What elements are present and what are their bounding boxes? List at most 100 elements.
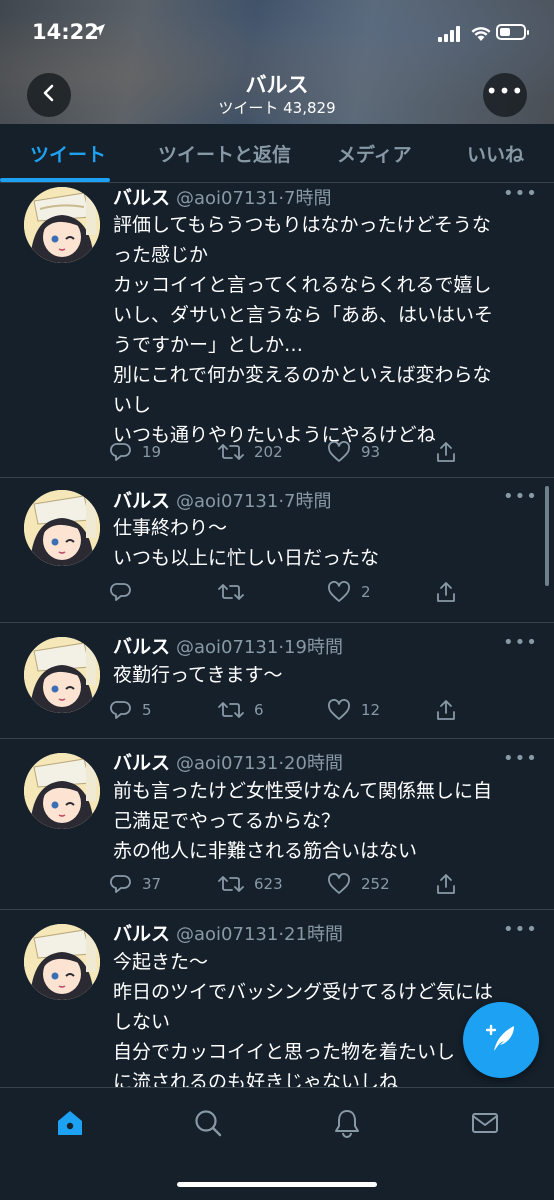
tweet-text: 評価してもらうつもりはなかったけどそうな った感じか カッコイイと言ってくれるな… [113,210,523,450]
status-bar: 14:22 [0,0,554,62]
share-button[interactable] [435,441,457,463]
scrollbar[interactable] [545,486,549,586]
tweet[interactable]: バルス @aoi07131·7時間 ••• 仕事終わり〜 いつも以上に忙しい日だっ… [0,478,554,623]
retweet-button[interactable] [218,581,254,603]
tweet-text-line: 今起きた〜 [113,951,209,973]
avatar[interactable] [24,187,100,263]
tab-tweets[interactable]: ツイート [30,140,106,167]
share-button[interactable] [435,873,457,895]
tab-likes[interactable]: いいね [467,140,524,167]
heart-icon [328,441,350,462]
avatar[interactable] [24,753,100,829]
author-handle-time: @aoi07131·7時間 [176,188,332,209]
retweet-icon [218,584,244,600]
tweet-more-icon[interactable]: ••• [503,919,538,940]
tweet-more-icon[interactable]: ••• [503,486,538,507]
retweet-icon [218,444,244,460]
reply-count: 5 [142,701,152,719]
tweet[interactable]: バルス @aoi07131·7時間 ••• 評価してもらうつもりはなかったけどそう… [0,183,554,478]
like-button[interactable]: 2 [327,581,371,603]
tweet-author[interactable]: バルス @aoi07131·19時間 [113,632,343,659]
tweet-more-icon[interactable]: ••• [503,183,538,204]
like-button[interactable]: 12 [327,699,380,721]
nav-notifications[interactable] [332,1108,362,1138]
retweet-count: 623 [254,875,283,893]
like-button[interactable]: 93 [327,441,380,463]
retweet-count: 202 [254,443,283,461]
tweet-text-line: 夜勤行ってきます〜 [113,664,283,686]
tweet-author[interactable]: バルス @aoi07131·7時間 [113,183,332,210]
tweet-actions: 5 6 12 [110,699,470,723]
author-name: バルス [113,187,171,209]
retweet-button[interactable]: 202 [218,441,283,463]
tweet-actions: 2 [110,581,470,605]
author-handle-time: @aoi07131·20時間 [176,753,343,774]
tweet-text-line: った感じか [113,244,209,266]
author-name: バルス [113,923,171,945]
profile-name: バルス [245,73,309,97]
author-name: バルス [113,490,171,512]
tweet-more-icon[interactable]: ••• [503,632,538,653]
nav-home[interactable] [55,1108,85,1138]
tweet-more-icon[interactable]: ••• [503,748,538,769]
tweet-text-line: 赤の他人に非難される筋合いはない [113,840,418,862]
tweet-text-line: うですかー」としか… [113,334,304,356]
author-name: バルス [113,752,171,774]
tweet-text-line: いし [113,394,152,416]
tweet[interactable]: バルス @aoi07131·19時間 ••• 夜勤行ってきます〜 5 6 12 [0,623,554,739]
bell-icon [335,1110,359,1138]
share-button[interactable] [435,581,457,603]
compose-tweet-icon [484,1021,518,1059]
active-tab-indicator [0,178,110,182]
status-time: 14:22 [32,20,99,44]
tweet-text-line: いし、ダサいと言うなら「ああ、はいはいそ [113,304,494,326]
avatar[interactable] [24,490,100,566]
tweet-text: 仕事終わり〜 いつも以上に忙しい日だったな [113,513,523,573]
tweet[interactable]: バルス @aoi07131·20時間 ••• 前も言ったけど女性受けなんて関係無し… [0,739,554,910]
reply-button[interactable] [110,581,142,603]
tweet-count: ツイート 43,829 [218,99,336,117]
like-button[interactable]: 252 [327,873,390,895]
reply-button[interactable]: 5 [110,699,152,721]
cellular-signal-icon [438,26,462,42]
reply-icon [110,875,131,893]
reply-button[interactable]: 37 [110,873,161,895]
tweet-author[interactable]: バルス @aoi07131·7時間 [113,486,332,513]
battery-icon [496,24,529,40]
tweet-text-line: 昨日のツイでバッシング受けてるけど気には [113,981,494,1003]
tweet-text-line: 評価してもらうつもりはなかったけどそうな [113,214,491,236]
mail-icon [472,1113,498,1133]
home-indicator[interactable] [177,1182,377,1187]
reply-icon [110,701,131,719]
reply-count: 37 [142,875,162,893]
share-button[interactable] [435,699,457,721]
tab-tweets-and-replies[interactable]: ツイートと返信 [158,140,291,167]
tweet-author[interactable]: バルス @aoi07131·20時間 [113,748,343,775]
like-count: 12 [361,701,381,719]
nav-messages[interactable] [470,1108,500,1138]
tweet-text-line: しない [113,1011,171,1033]
tweet-author[interactable]: バルス @aoi07131·21時間 [113,919,343,946]
reply-count: 19 [142,443,162,461]
heart-icon [328,581,350,602]
avatar[interactable] [24,637,100,713]
nav-search[interactable] [193,1108,223,1138]
tweet-text-line: カッコイイと言ってくれるならくれるで嬉し [113,274,492,296]
reply-button[interactable]: 19 [110,441,161,463]
tab-media[interactable]: メディア [337,140,412,167]
retweet-button[interactable]: 6 [218,699,264,721]
avatar[interactable] [24,924,100,1000]
retweet-button[interactable]: 623 [218,873,283,895]
share-icon [437,442,455,462]
tweet-text-line: 仕事終わり〜 [113,517,228,539]
tweet-actions: 19 202 93 [110,441,470,465]
tweet-text-line: 己満足でやってるからな？ [113,810,341,832]
heart-icon [328,699,350,720]
search-icon [195,1110,222,1137]
tweet-text: 夜勤行ってきます〜 [113,660,523,690]
retweet-count: 6 [254,701,264,719]
share-icon [437,582,455,602]
compose-tweet-button[interactable] [463,1002,539,1078]
tweet-text: 今起きた〜 昨日のツイでバッシング受けてるけど気には しない 自分でカッコイイと… [113,947,523,1087]
heart-icon [328,873,350,894]
